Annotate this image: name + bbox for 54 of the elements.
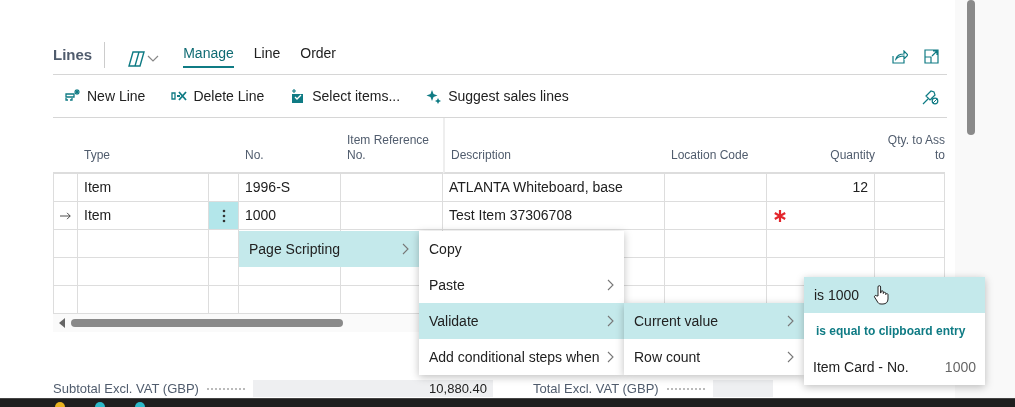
scrollbar-thumb[interactable] [967, 0, 975, 135]
action-button[interactable]: Select items... [290, 85, 401, 107]
table-cell: 1996-S [239, 174, 341, 202]
row-marker-cell [53, 258, 78, 286]
scroll-left-icon[interactable] [59, 318, 65, 328]
table-cell: ATLANTA Whiteboard, base [443, 174, 665, 202]
table-cell: 12 [767, 174, 875, 202]
column-header: Type [78, 118, 209, 174]
menu-item[interactable]: Paste [419, 267, 624, 303]
menu-item[interactable]: Validate [419, 303, 624, 339]
new-line-icon [65, 88, 81, 104]
app-icon[interactable] [135, 402, 145, 407]
table-cell: 1000 [239, 202, 341, 230]
chevron-down-icon [147, 55, 160, 63]
total-label: Total Excl. VAT (GBP) [532, 380, 659, 398]
menu-item[interactable]: Current value [624, 303, 804, 339]
sparkle-icon [426, 88, 443, 104]
total-field: 10,880.40 [252, 380, 493, 398]
column-header: No. [239, 118, 341, 174]
column-header: Location Code [665, 118, 767, 174]
section-title: Lines [53, 42, 106, 68]
unpin-icon [922, 88, 939, 106]
copilot-button[interactable] [127, 50, 160, 68]
app-icon[interactable] [95, 402, 105, 407]
column-header: Qty. to Ass to [875, 118, 945, 174]
more-options-icon[interactable] [221, 208, 226, 223]
total-field [712, 380, 773, 398]
column-header: Quantity [767, 118, 875, 174]
menu-item[interactable]: is 1000 [804, 277, 985, 313]
menu-item[interactable]: Add conditional steps when [419, 339, 624, 375]
column-header: Description [443, 118, 665, 174]
clipboard-link[interactable]: is equal to clipboard entry [804, 313, 966, 349]
total-label: Subtotal Excl. VAT (GBP) [53, 380, 199, 398]
tab[interactable]: Manage [183, 41, 234, 68]
field-name: Item Card - No. [813, 357, 909, 377]
table-cell [875, 174, 945, 202]
copilot-icon [127, 50, 148, 68]
menu-item[interactable]: Copy [419, 231, 624, 267]
field-value: 1000 [944, 357, 976, 377]
tab[interactable]: Order [300, 41, 337, 68]
menu-item[interactable]: Page Scripting [239, 231, 419, 267]
action-button[interactable]: New Line [65, 85, 146, 107]
table-cell: Test Item 37306708 [443, 202, 665, 230]
column-header: Item Reference No. [341, 118, 443, 174]
scrollbar-thumb[interactable] [71, 319, 343, 327]
app-icon[interactable] [55, 402, 65, 407]
menu-item[interactable]: Row count [624, 339, 804, 375]
action-button[interactable]: Suggest sales lines [426, 85, 569, 107]
tab[interactable]: Line [253, 41, 281, 68]
hand-cursor-icon [873, 285, 890, 305]
expand-icon [924, 49, 939, 65]
share-icon [892, 49, 908, 64]
action-button[interactable]: Delete Line [171, 85, 265, 107]
table-cell: Item [78, 174, 209, 202]
